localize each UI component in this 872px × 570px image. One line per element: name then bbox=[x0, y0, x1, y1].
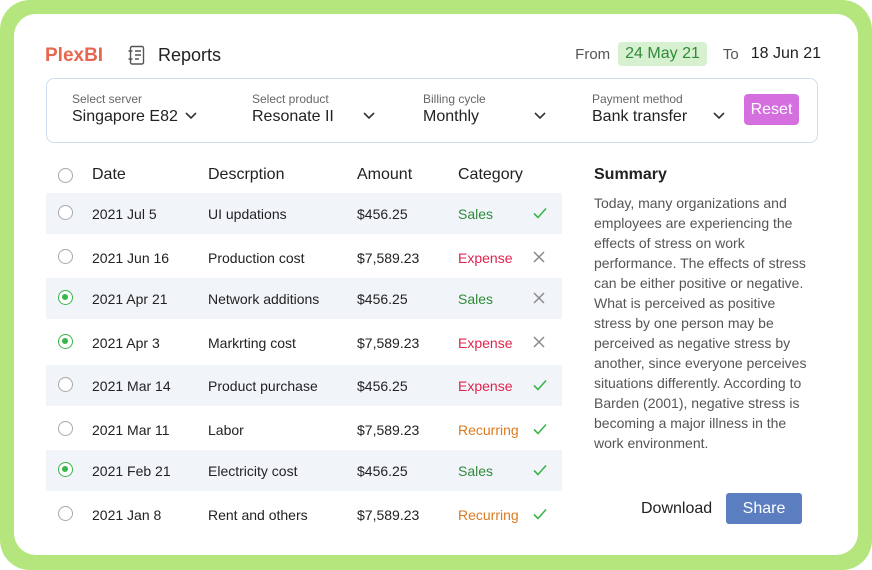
page-title: Reports bbox=[126, 44, 221, 66]
table-row[interactable]: 2021 Apr 3 Markrting cost $7,589.23 Expense bbox=[46, 322, 562, 363]
product-select-value: Resonate II bbox=[252, 108, 334, 125]
row-category: Sales bbox=[458, 291, 494, 307]
check-icon[interactable] bbox=[532, 507, 548, 524]
check-icon[interactable] bbox=[532, 206, 548, 223]
reset-button[interactable]: Reset bbox=[744, 94, 799, 125]
filter-bar: Select server Singapore E82 Select produ… bbox=[46, 78, 818, 143]
page-title-text: Reports bbox=[158, 44, 222, 65]
row-select-radio[interactable] bbox=[58, 290, 73, 305]
row-select-radio[interactable] bbox=[58, 377, 73, 392]
row-category: Expense bbox=[458, 335, 513, 351]
check-icon[interactable] bbox=[532, 422, 548, 439]
row-amount: $7,589.23 bbox=[357, 507, 420, 523]
payment-select-value: Bank transfer bbox=[592, 108, 688, 125]
row-date: 2021 Mar 11 bbox=[92, 422, 170, 438]
share-button[interactable]: Share bbox=[726, 493, 802, 524]
column-amount[interactable]: Amount bbox=[357, 166, 412, 184]
row-description: Markrting cost bbox=[208, 335, 296, 351]
row-amount: $456.25 bbox=[357, 291, 408, 307]
row-amount: $456.25 bbox=[357, 206, 408, 222]
row-date: 2021 Apr 3 bbox=[92, 335, 160, 351]
date-range: From 24 May 21 To 18 Jun 21 bbox=[575, 42, 821, 66]
row-category: Sales bbox=[458, 206, 494, 222]
brand-logo[interactable]: PlexBI bbox=[45, 45, 103, 67]
row-description: Network additions bbox=[208, 291, 320, 307]
table-row[interactable]: 2021 Jan 8 Rent and others $7,589.23 Recurr… bbox=[46, 494, 562, 535]
row-description: Product purchase bbox=[208, 378, 318, 394]
server-select-label: Select server bbox=[72, 92, 143, 106]
from-label: From bbox=[575, 45, 611, 63]
chevron-down-icon[interactable] bbox=[712, 111, 726, 121]
transactions-table: Date Descrption Amount Category 2021 Jul… bbox=[46, 164, 562, 523]
row-description: Electricity cost bbox=[208, 463, 298, 479]
table-row[interactable]: 2021 Jun 16 Production cost $7,589.23 Expen… bbox=[46, 237, 562, 278]
row-amount: $456.25 bbox=[357, 378, 408, 394]
chevron-down-icon[interactable] bbox=[184, 111, 198, 121]
row-date: 2021 Jun 16 bbox=[92, 250, 170, 266]
close-icon[interactable] bbox=[532, 291, 546, 308]
check-icon[interactable] bbox=[532, 463, 548, 480]
close-icon[interactable] bbox=[532, 250, 546, 267]
product-select[interactable]: Select product Resonate II bbox=[252, 92, 334, 126]
row-date: 2021 Jul 5 bbox=[92, 206, 157, 222]
billing-select-value: Monthly bbox=[423, 108, 480, 125]
row-description: Labor bbox=[208, 422, 244, 438]
table-header: Date Descrption Amount Category bbox=[46, 164, 562, 188]
column-date[interactable]: Date bbox=[92, 166, 126, 184]
row-amount: $456.25 bbox=[357, 463, 408, 479]
table-row[interactable]: 2021 Mar 14 Product purchase $456.25 Expens… bbox=[46, 365, 562, 406]
select-all-radio[interactable] bbox=[58, 168, 73, 183]
column-description[interactable]: Descrption bbox=[208, 166, 284, 184]
table-row[interactable]: 2021 Jul 5 UI updations $456.25 Sales bbox=[46, 193, 562, 234]
report-card: PlexBI Reports From 24 May 21 To 18 Jun … bbox=[14, 14, 858, 555]
payment-select[interactable]: Payment method Bank transfer bbox=[592, 92, 687, 126]
server-select[interactable]: Select server Singapore E82 bbox=[72, 92, 178, 126]
row-category: Recurring bbox=[458, 422, 519, 438]
row-select-radio[interactable] bbox=[58, 421, 73, 436]
row-category: Recurring bbox=[458, 507, 519, 523]
row-amount: $7,589.23 bbox=[357, 250, 420, 266]
row-select-radio[interactable] bbox=[58, 506, 73, 521]
chevron-down-icon[interactable] bbox=[362, 111, 376, 121]
row-category: Expense bbox=[458, 250, 513, 266]
server-select-value: Singapore E82 bbox=[72, 108, 178, 125]
check-icon[interactable] bbox=[532, 378, 548, 395]
close-icon[interactable] bbox=[532, 335, 546, 352]
from-date[interactable]: 24 May 21 bbox=[618, 42, 707, 66]
column-category[interactable]: Category bbox=[458, 166, 523, 184]
billing-select[interactable]: Billing cycle Monthly bbox=[423, 92, 486, 126]
table-row[interactable]: 2021 Feb 21 Electricity cost $456.25 Sales bbox=[46, 450, 562, 491]
to-date[interactable]: 18 Jun 21 bbox=[751, 45, 821, 63]
row-select-radio[interactable] bbox=[58, 249, 73, 264]
table-row[interactable]: 2021 Apr 21 Network additions $456.25 Sales bbox=[46, 278, 562, 319]
summary-title: Summary bbox=[594, 166, 667, 183]
report-document-icon bbox=[126, 44, 148, 66]
row-date: 2021 Feb 21 bbox=[92, 463, 171, 479]
row-select-radio[interactable] bbox=[58, 205, 73, 220]
summary-text: Today, many organizations and employees … bbox=[594, 195, 807, 451]
row-date: 2021 Apr 21 bbox=[92, 291, 168, 307]
table-row[interactable]: 2021 Mar 11 Labor $7,589.23 Recurring bbox=[46, 409, 562, 450]
download-link[interactable]: Download bbox=[641, 500, 712, 518]
row-select-radio[interactable] bbox=[58, 334, 73, 349]
row-amount: $7,589.23 bbox=[357, 335, 420, 351]
chevron-down-icon[interactable] bbox=[533, 111, 547, 121]
product-select-label: Select product bbox=[252, 92, 329, 106]
summary-panel: Summary Today, many organizations and em… bbox=[594, 166, 814, 453]
row-description: UI updations bbox=[208, 206, 287, 222]
row-amount: $7,589.23 bbox=[357, 422, 420, 438]
row-description: Rent and others bbox=[208, 507, 308, 523]
billing-select-label: Billing cycle bbox=[423, 92, 486, 106]
payment-select-label: Payment method bbox=[592, 92, 683, 106]
row-category: Sales bbox=[458, 463, 494, 479]
to-label: To bbox=[722, 45, 739, 63]
row-date: 2021 Jan 8 bbox=[92, 507, 162, 523]
row-date: 2021 Mar 14 bbox=[92, 378, 171, 394]
row-select-radio[interactable] bbox=[58, 462, 73, 477]
row-description: Production cost bbox=[208, 250, 305, 266]
row-category: Expense bbox=[458, 378, 513, 394]
